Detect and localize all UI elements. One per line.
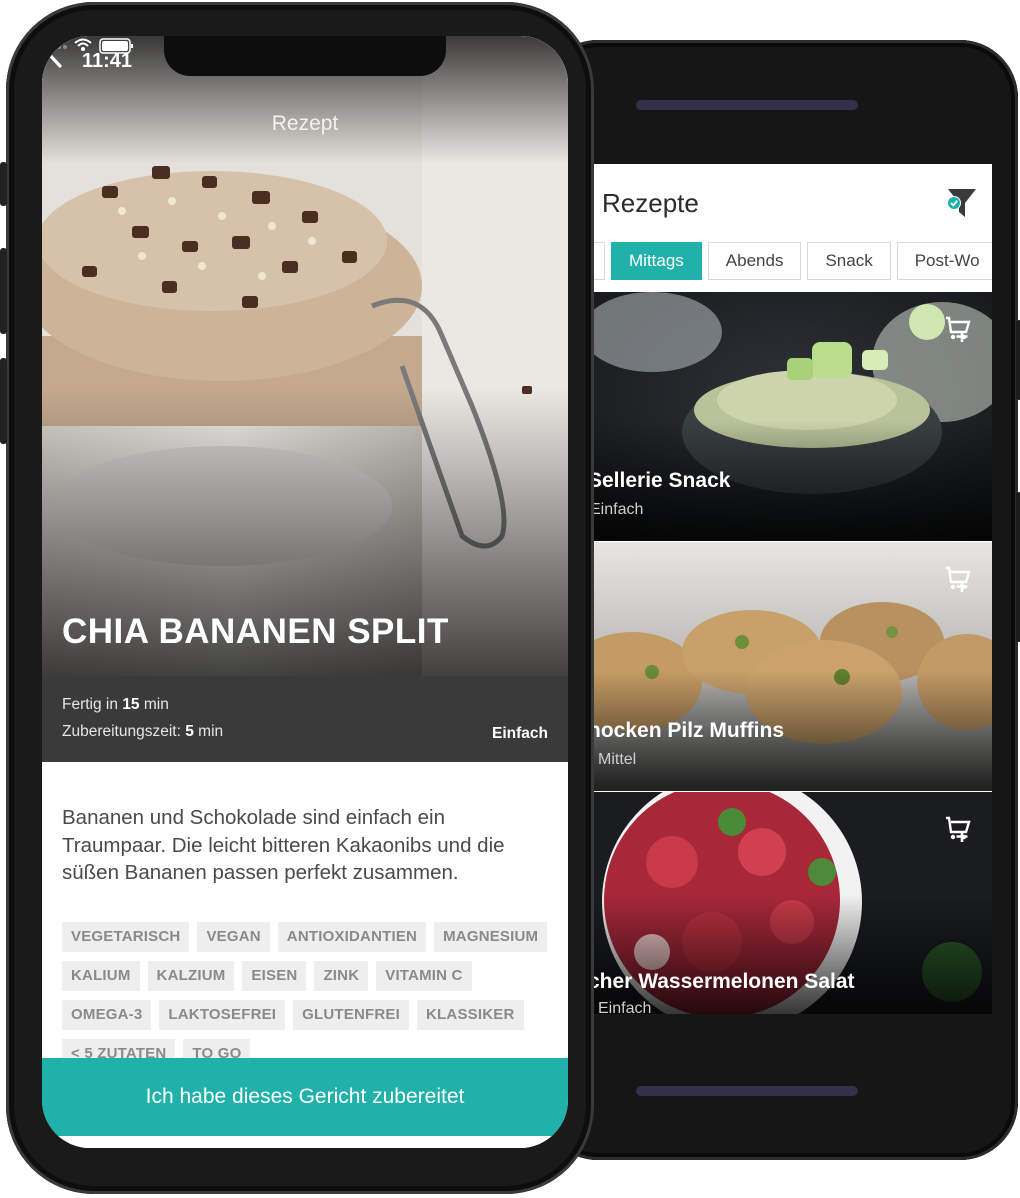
recipe-meta-bar: Fertig in 15 min Zubereitungszeit: 5 min…	[42, 676, 568, 762]
tag[interactable]: VITAMIN C	[376, 961, 472, 991]
card-difficulty: Einfach	[598, 1000, 652, 1014]
tag[interactable]: KLASSIKER	[417, 1000, 524, 1030]
ready-time: Fertig in 15 min	[62, 696, 169, 713]
recipes-screen: Rezepte ck Mittags Abends Snack Post-Wo	[592, 164, 992, 1014]
category-tabs: ck Mittags Abends Snack Post-Wo	[592, 242, 992, 280]
card-difficulty: Mittel	[598, 751, 637, 768]
tag[interactable]: GLUTENFREI	[293, 1000, 410, 1030]
card-title: Sellerie Snack	[592, 469, 731, 492]
mark-cooked-button[interactable]: Ich habe dieses Gericht zubereitet	[42, 1058, 568, 1136]
recipe-card[interactable]: cher Wassermelonen Salat Einfach	[592, 792, 992, 1014]
mute-switch	[0, 162, 7, 206]
page-title: Rezepte	[602, 188, 699, 218]
status-icons	[45, 38, 133, 54]
tag[interactable]: OMEGA-3	[62, 1000, 152, 1030]
tag[interactable]: MAGNESIUM	[434, 922, 548, 952]
tab-mittags[interactable]: Mittags	[611, 242, 702, 280]
recipe-detail-screen: 11:41 Rezept CHIA BANANEN SPLIT Fertig i…	[42, 36, 568, 1148]
tag[interactable]: VEGETARISCH	[62, 922, 190, 952]
tab-abends[interactable]: Abends	[707, 242, 802, 280]
card-title: cher Wassermelonen Salat	[592, 970, 855, 993]
bottom-speaker	[636, 1086, 858, 1096]
volume-up-button	[0, 248, 7, 334]
card-shade	[592, 894, 992, 1014]
tab-snack[interactable]: Snack	[807, 242, 891, 280]
difficulty-label: Einfach	[492, 725, 548, 742]
iphone-frame: 11:41 Rezept CHIA BANANEN SPLIT Fertig i…	[0, 2, 594, 1194]
recipe-description: Bananen und Schokolade sind einfach ein …	[62, 806, 505, 884]
card-title: nocken Pilz Muffins	[592, 719, 785, 742]
notch	[164, 36, 446, 76]
top-speaker	[636, 100, 858, 110]
prep-time: Zubereitungszeit: 5 min	[62, 723, 224, 740]
bottom-strip	[42, 1136, 568, 1148]
tag[interactable]: LAKTOSEFREI	[159, 1000, 286, 1030]
tab-post-workout[interactable]: Post-Wo	[896, 242, 992, 280]
recipe-hero: 11:41 Rezept CHIA BANANEN SPLIT	[42, 36, 568, 676]
filter-icon[interactable]	[944, 186, 978, 220]
volume-down-button	[0, 358, 7, 444]
card-difficulty: Einfach	[592, 501, 644, 518]
power-button	[1016, 320, 1020, 400]
recipe-card[interactable]: nocken Pilz Muffins Mittel	[592, 542, 992, 791]
recipe-title: CHIA BANANEN SPLIT	[62, 612, 449, 651]
tag[interactable]: KALIUM	[62, 961, 140, 991]
add-to-cart-icon[interactable]	[944, 314, 972, 344]
tag-list: VEGETARISCH VEGAN ANTIOXIDANTIEN MAGNESI…	[62, 922, 562, 1069]
tag[interactable]: ZINK	[314, 961, 369, 991]
recipes-header: Rezepte ck Mittags Abends Snack Post-Wo	[592, 164, 992, 280]
tag[interactable]: ANTIOXIDANTIEN	[277, 922, 427, 952]
tag[interactable]: KALZIUM	[147, 961, 235, 991]
recipe-card[interactable]: Sellerie Snack Einfach	[592, 292, 992, 541]
tag[interactable]: EISEN	[242, 961, 307, 991]
add-to-cart-icon[interactable]	[944, 814, 972, 844]
tag[interactable]: VEGAN	[197, 922, 270, 952]
volume-button	[1016, 492, 1020, 642]
nav-title: Rezept	[271, 112, 339, 135]
add-to-cart-icon[interactable]	[944, 564, 972, 594]
